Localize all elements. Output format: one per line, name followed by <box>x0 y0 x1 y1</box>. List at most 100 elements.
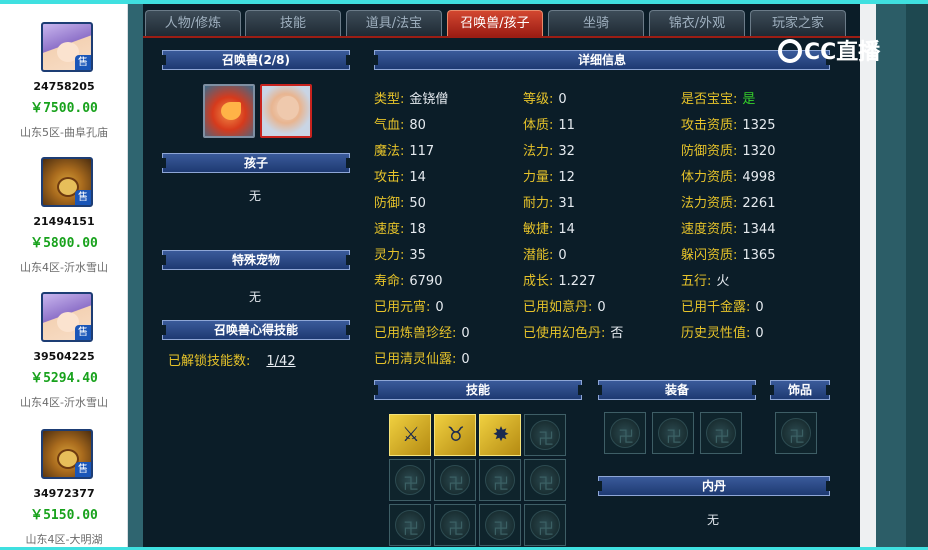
stat-value: 0 <box>461 352 470 367</box>
stat-value: 80 <box>409 118 426 133</box>
stat-value: 0 <box>597 300 606 315</box>
female-character-avatar[interactable]: 售 <box>41 292 93 342</box>
stat-value: 1325 <box>742 118 776 133</box>
stat-value: 金铙僧 <box>409 92 449 107</box>
equipment-slot[interactable] <box>604 412 646 454</box>
stat-row: 已用炼兽珍经: 0 <box>374 322 470 341</box>
stat-label: 是否宝宝: <box>681 92 738 107</box>
empty-skill-slot[interactable] <box>479 459 521 501</box>
unlocked-skills-row: 已解锁技能数: 1/42 <box>168 350 296 369</box>
stat-row: 敏捷: 14 <box>523 218 575 237</box>
tab-character[interactable]: 人物/修炼 <box>145 10 241 36</box>
empty-skill-slot[interactable] <box>389 459 431 501</box>
accessory-header: 饰品 <box>770 380 830 400</box>
listing-item[interactable]: 售 34972377 ￥5150.00 山东4区-大明湖 <box>0 409 127 547</box>
sale-badge: 售 <box>75 55 91 70</box>
stat-row: 法力资质: 2261 <box>681 192 775 211</box>
stat-value: 4998 <box>742 170 776 185</box>
serpent-skill-icon[interactable]: ♉ <box>434 414 476 456</box>
sun-burst-skill-icon[interactable]: ✸ <box>479 414 521 456</box>
tab-outfits[interactable]: 锦衣/外观 <box>649 10 745 36</box>
stat-row: 攻击: 14 <box>374 166 426 185</box>
summon-pet-monk[interactable] <box>260 84 312 138</box>
female-character-avatar[interactable]: 售 <box>41 22 93 72</box>
child-value: 无 <box>249 189 262 203</box>
stat-value: 35 <box>409 248 426 263</box>
stat-label: 体力资质: <box>681 170 738 185</box>
stat-value: 6790 <box>409 274 443 289</box>
stat-label: 攻击: <box>374 170 405 185</box>
listing-id: 24758205 <box>33 80 95 93</box>
unlocked-skills-label: 已解锁技能数: <box>168 354 251 369</box>
empty-skill-slot[interactable] <box>479 504 521 546</box>
stat-value: 1344 <box>742 222 776 237</box>
empty-skill-slot[interactable] <box>524 459 566 501</box>
tab-skills[interactable]: 技能 <box>245 10 341 36</box>
listing-item[interactable]: 售 39504225 ￥5294.40 山东4区-沂水雪山 <box>0 274 127 409</box>
empty-skill-slot[interactable] <box>524 504 566 546</box>
listing-server: 山东4区-沂水雪山 <box>20 396 108 409</box>
stat-value: 是 <box>742 92 756 107</box>
stat-label: 魔法: <box>374 144 405 159</box>
lion-character-avatar[interactable]: 售 <box>41 429 93 479</box>
stat-row: 潜能: 0 <box>523 244 567 263</box>
tab-mounts[interactable]: 坐骑 <box>548 10 644 36</box>
stat-label: 耐力: <box>523 196 554 211</box>
stat-label: 潜能: <box>523 248 554 263</box>
stat-row: 体质: 11 <box>523 114 575 133</box>
stat-value: 0 <box>755 326 764 341</box>
stat-value: 0 <box>461 326 470 341</box>
tab-home[interactable]: 玩家之家 <box>750 10 846 36</box>
stat-label: 速度资质: <box>681 222 738 237</box>
special-pet-value: 无 <box>249 290 262 304</box>
stat-row: 耐力: 31 <box>523 192 575 211</box>
equipment-slot[interactable] <box>652 412 694 454</box>
stat-label: 五行: <box>681 274 712 289</box>
listing-sidebar: 售 24758205 ￥7500.00 山东5区-曲阜孔庙 售 21494151… <box>0 4 128 547</box>
listing-server: 山东4区-大明湖 <box>25 533 103 546</box>
special-pet-header: 特殊宠物 <box>162 250 350 270</box>
listing-item[interactable]: 售 21494151 ￥5800.00 山东4区-沂水雪山 <box>0 139 127 274</box>
cc-live-watermark: CC直播 <box>778 34 898 66</box>
stat-value: 11 <box>558 118 575 133</box>
stat-row: 已使用幻色丹: 否 <box>523 322 623 341</box>
tab-summons[interactable]: 召唤兽/孩子 <box>447 10 543 36</box>
stat-label: 法力资质: <box>681 196 738 211</box>
equipment-header: 装备 <box>598 380 756 400</box>
stat-label: 已用清灵仙露: <box>374 352 457 367</box>
stat-label: 历史灵性值: <box>681 326 751 341</box>
listing-item[interactable]: 售 24758205 ￥7500.00 山东5区-曲阜孔庙 <box>0 4 127 139</box>
stat-label: 体质: <box>523 118 554 133</box>
unlocked-skills-value[interactable]: 1/42 <box>266 354 295 369</box>
empty-skill-slot[interactable] <box>434 504 476 546</box>
stat-label: 类型: <box>374 92 405 107</box>
stat-row: 成长: 1.227 <box>523 270 596 289</box>
empty-skill-slot[interactable] <box>524 414 566 456</box>
skill-insight-header: 召唤兽心得技能 <box>162 320 350 340</box>
stat-value: 0 <box>558 248 567 263</box>
stat-value: 32 <box>558 144 575 159</box>
empty-skill-slot[interactable] <box>389 504 431 546</box>
stat-label: 已用元宵: <box>374 300 431 315</box>
summon-header: 召唤兽(2/8) <box>162 50 350 70</box>
stat-label: 已用炼兽珍经: <box>374 326 457 341</box>
accessory-slot[interactable] <box>775 412 817 454</box>
crossed-swords-skill-icon[interactable]: ⚔ <box>389 414 431 456</box>
stat-row: 类型: 金铙僧 <box>374 88 448 107</box>
stat-row: 力量: 12 <box>523 166 575 185</box>
listing-price: ￥5294.40 <box>30 371 98 386</box>
stat-row: 攻击资质: 1325 <box>681 114 775 133</box>
listing-id: 39504225 <box>33 350 95 363</box>
stat-row: 等级: 0 <box>523 88 567 107</box>
right-gutter <box>860 4 876 547</box>
summon-pet-rooster[interactable] <box>203 84 255 138</box>
tab-items[interactable]: 道具/法宝 <box>346 10 442 36</box>
empty-skill-slot[interactable] <box>434 459 476 501</box>
equipment-slot[interactable] <box>700 412 742 454</box>
stat-label: 已用千金露: <box>681 300 751 315</box>
stat-label: 寿命: <box>374 274 405 289</box>
lion-character-avatar[interactable]: 售 <box>41 157 93 207</box>
stat-label: 防御资质: <box>681 144 738 159</box>
stat-value: 14 <box>558 222 575 237</box>
listing-price: ￥5800.00 <box>30 236 98 251</box>
